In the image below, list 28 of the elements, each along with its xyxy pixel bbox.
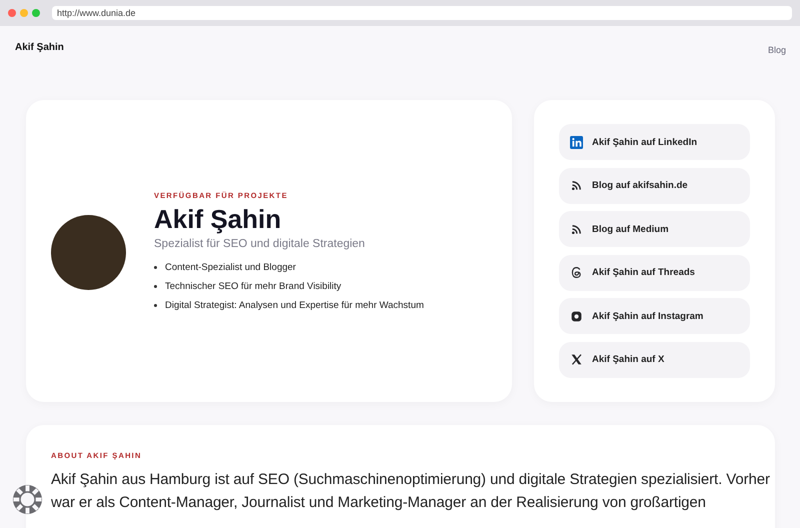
social-link[interactable]: Akif Şahin auf Threads [559,254,750,290]
rss-icon [570,222,583,236]
minimize-window-icon[interactable] [20,9,28,17]
social-link[interactable]: Blog auf akifsahin.de [559,168,750,204]
highlight-text: Content-Spezialist und Blogger [165,262,296,273]
bullet-icon [154,266,157,269]
x-logo-icon [570,353,583,366]
bullet-icon [154,285,157,288]
social-link[interactable]: Akif Şahin auf LinkedIn [559,124,750,160]
social-link[interactable]: Akif Şahin auf Instagram [559,298,750,334]
threads-icon [570,266,583,279]
address-bar[interactable]: http://www.dunia.de [52,6,792,20]
highlight-text: Technischer SEO für mehr Brand Visibility [165,281,342,292]
about-paragraph: Akif Şahin aus Hamburg ist auf SEO (Suchmaschinenoptimierung) und digitale Strategien spezialisiert. Vorher war er als Content-Manager, Journalist und Marketing-Manager an der Realisierung von großartigen [51,470,771,512]
gear-icon[interactable] [12,484,43,515]
social-link[interactable]: Akif Şahin auf X [559,342,750,378]
rss-icon [570,179,583,192]
profile-subtitle: Spezialist für SEO und digitale Strategien [154,238,366,250]
social-link[interactable]: Blog auf Medium [559,211,750,247]
site-title[interactable]: Akif Şahin [15,42,64,52]
maximize-window-icon[interactable] [32,9,40,17]
highlight-text: Digital Strategist: Analysen und Expertise für mehr Wachstum [165,300,424,311]
nav-link[interactable]: Blog [768,44,786,54]
linkedin-icon [570,136,583,148]
close-window-icon[interactable] [8,9,16,17]
instagram-icon [570,310,583,322]
bullet-icon [154,304,157,307]
profile-name: Akif Şahin [154,204,282,235]
